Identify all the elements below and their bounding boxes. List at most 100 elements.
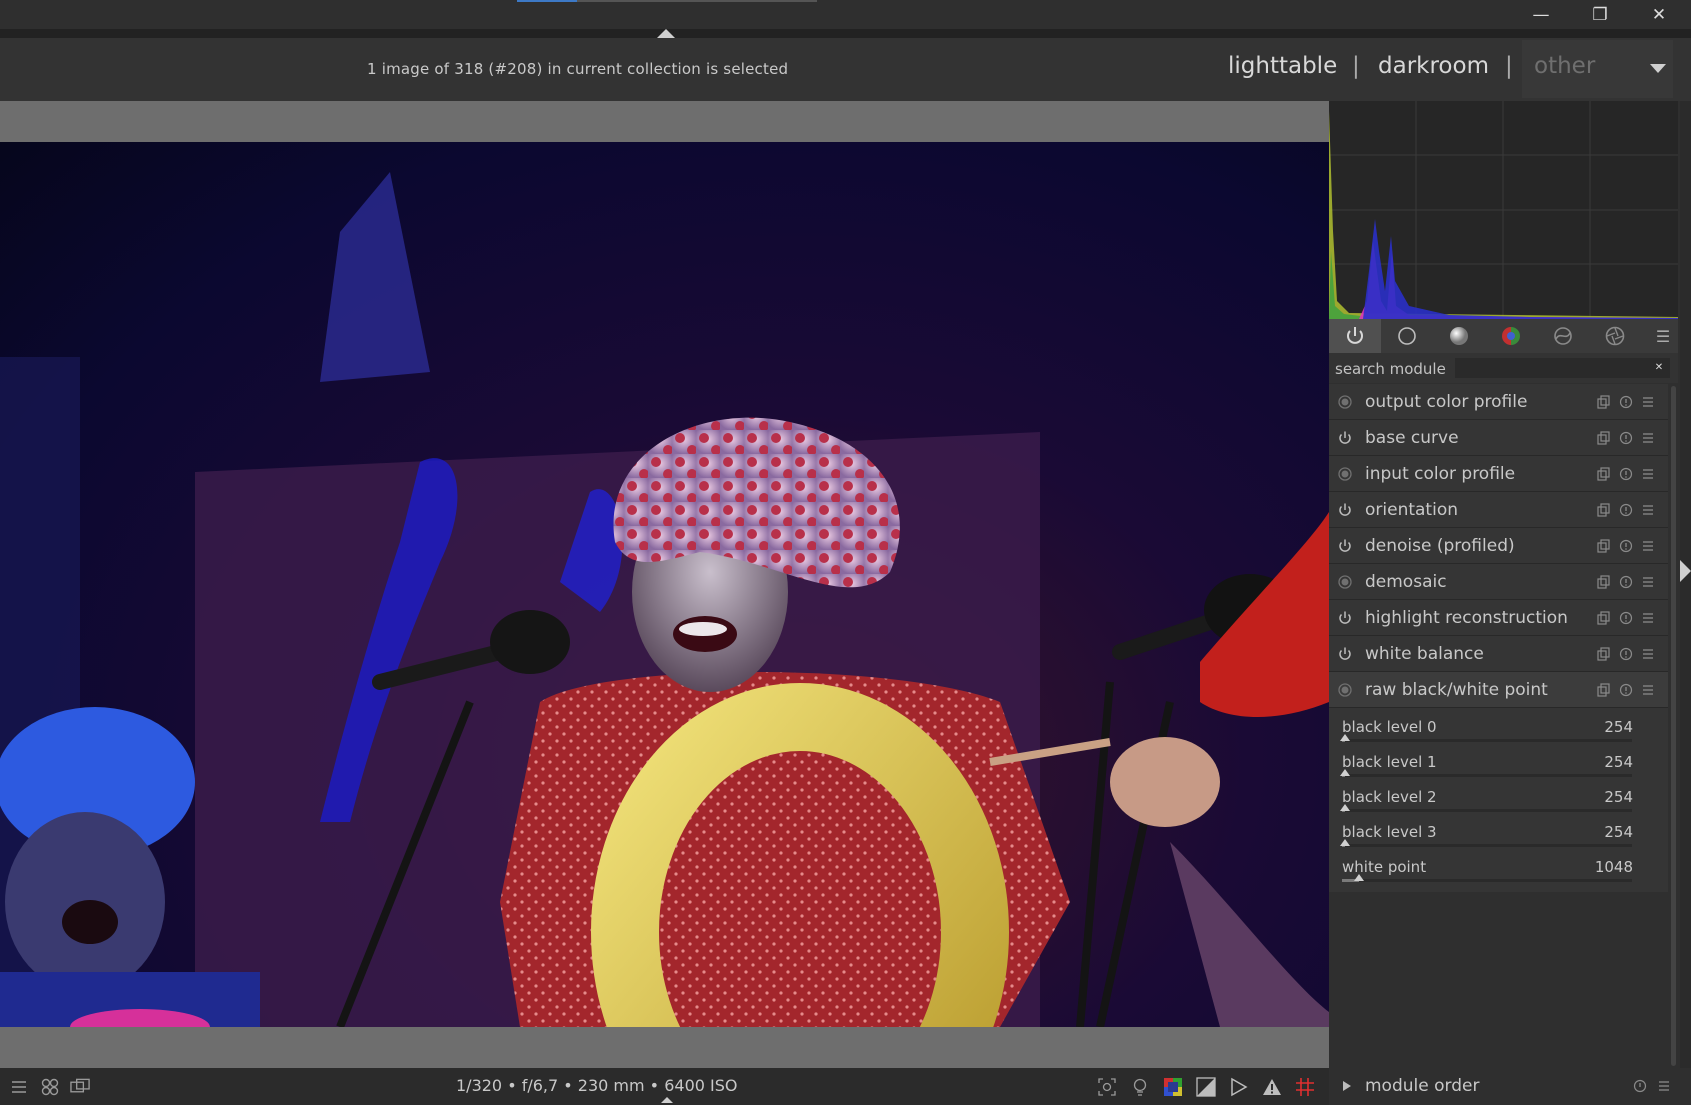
overexposed-warning-icon[interactable] xyxy=(1261,1076,1282,1097)
power-icon[interactable] xyxy=(1337,538,1353,554)
presets-menu-icon[interactable] xyxy=(1640,646,1656,662)
slider-value[interactable]: 254 xyxy=(1604,718,1633,736)
presets-menu-icon[interactable] xyxy=(1640,574,1656,590)
module-raw-black-white-point[interactable]: raw black/white point xyxy=(1329,672,1668,708)
multi-instance-icon[interactable] xyxy=(1596,682,1612,698)
slider-black-level-2[interactable]: black level 2 254 xyxy=(1329,782,1668,817)
reset-icon[interactable] xyxy=(1618,574,1634,590)
softproof-icon[interactable] xyxy=(1162,1076,1183,1097)
slider-track[interactable] xyxy=(1342,809,1632,812)
reset-icon[interactable] xyxy=(1618,430,1634,446)
histogram[interactable] xyxy=(1329,101,1678,319)
collapse-bottom-panel-arrow-icon[interactable] xyxy=(661,1097,673,1103)
slider-black-level-1[interactable]: black level 1 254 xyxy=(1329,747,1668,782)
slider-thumb[interactable] xyxy=(1340,734,1350,741)
gamut-check-icon[interactable] xyxy=(1195,1076,1216,1097)
power-icon[interactable] xyxy=(1337,646,1353,662)
lightbulb-icon[interactable] xyxy=(1129,1076,1150,1097)
collapse-right-panel-arrow-icon[interactable] xyxy=(1680,560,1691,582)
multi-instance-icon[interactable] xyxy=(1596,394,1612,410)
filmstrip-menu-icon[interactable] xyxy=(8,1076,29,1097)
module-white-balance[interactable]: white balance xyxy=(1329,636,1668,672)
reset-icon[interactable] xyxy=(1618,646,1634,662)
slider-value[interactable]: 254 xyxy=(1604,788,1633,806)
reset-icon[interactable] xyxy=(1618,610,1634,626)
group-tone[interactable] xyxy=(1433,319,1485,353)
slider-track[interactable] xyxy=(1342,844,1632,847)
close-button[interactable]: ✕ xyxy=(1634,0,1684,29)
reset-icon[interactable] xyxy=(1618,682,1634,698)
reset-icon[interactable] xyxy=(1632,1078,1648,1094)
presets-menu-icon[interactable] xyxy=(1640,538,1656,554)
slider-value[interactable]: 254 xyxy=(1604,823,1633,841)
slider-black-level-3[interactable]: black level 3 254 xyxy=(1329,817,1668,852)
view-lighttable[interactable]: lighttable xyxy=(1228,53,1337,79)
slider-track[interactable] xyxy=(1342,739,1632,742)
presets-menu-icon[interactable] xyxy=(1640,394,1656,410)
reset-icon[interactable] xyxy=(1618,466,1634,482)
presets-menu-icon[interactable] xyxy=(1640,430,1656,446)
power-icon[interactable] xyxy=(1337,610,1353,626)
slider-thumb[interactable] xyxy=(1340,839,1350,846)
group-effect[interactable] xyxy=(1589,319,1641,353)
multi-instance-icon[interactable] xyxy=(1596,538,1612,554)
module-input-color-profile[interactable]: input color profile xyxy=(1329,456,1668,492)
multi-instance-icon[interactable] xyxy=(1596,430,1612,446)
search-module-row: search module ✕ xyxy=(1329,353,1678,383)
reset-icon[interactable] xyxy=(1618,394,1634,410)
image-canvas[interactable] xyxy=(0,101,1329,1068)
group-base[interactable] xyxy=(1381,319,1433,353)
search-module-input[interactable] xyxy=(1455,358,1670,378)
group-presets-menu-icon[interactable]: ☰ xyxy=(1648,319,1678,353)
reset-icon[interactable] xyxy=(1618,502,1634,518)
module-highlight-reconstruction[interactable]: highlight reconstruction xyxy=(1329,600,1668,636)
module-demosaic[interactable]: demosaic xyxy=(1329,564,1668,600)
maximize-button[interactable]: ❐ xyxy=(1575,0,1625,29)
module-output-color-profile[interactable]: output color profile xyxy=(1329,384,1668,420)
reset-icon[interactable] xyxy=(1618,538,1634,554)
presets-menu-icon[interactable] xyxy=(1640,466,1656,482)
slider-thumb[interactable] xyxy=(1354,874,1364,881)
slider-track[interactable] xyxy=(1342,879,1632,882)
module-orientation[interactable]: orientation xyxy=(1329,492,1668,528)
minimize-button[interactable]: — xyxy=(1516,0,1566,29)
module-order-section[interactable]: module order xyxy=(1329,1068,1691,1105)
group-active-modules[interactable] xyxy=(1329,319,1381,353)
power-icon[interactable] xyxy=(1337,502,1353,518)
group-correct[interactable] xyxy=(1537,319,1589,353)
presets-menu-icon[interactable] xyxy=(1640,682,1656,698)
slider-value[interactable]: 254 xyxy=(1604,753,1633,771)
multi-instance-icon[interactable] xyxy=(1596,466,1612,482)
multi-instance-icon[interactable] xyxy=(1596,646,1612,662)
view-other-dropdown[interactable]: other xyxy=(1522,40,1673,98)
presets-menu-icon[interactable] xyxy=(1640,610,1656,626)
multi-instance-icon[interactable] xyxy=(1596,610,1612,626)
multi-instance-icon[interactable] xyxy=(1596,574,1612,590)
presets-menu-icon[interactable] xyxy=(1640,502,1656,518)
module-base-curve[interactable]: base curve xyxy=(1329,420,1668,456)
right-panel-scrollbar[interactable] xyxy=(1668,384,1678,1069)
second-window-icon[interactable] xyxy=(70,1076,91,1097)
slider-track[interactable] xyxy=(1342,774,1632,777)
presets-menu-icon[interactable] xyxy=(1656,1078,1672,1094)
module-denoise-profiled[interactable]: denoise (profiled) xyxy=(1329,528,1668,564)
view-darkroom[interactable]: darkroom xyxy=(1378,53,1489,79)
slider-white-point[interactable]: white point 1048 xyxy=(1329,852,1668,887)
raw-overexposed-icon[interactable] xyxy=(1294,1076,1315,1097)
focus-peaking-icon[interactable] xyxy=(1096,1076,1117,1097)
slider-thumb[interactable] xyxy=(1340,769,1350,776)
scrollbar-thumb[interactable] xyxy=(1671,386,1676,1066)
module-label: denoise (profiled) xyxy=(1365,536,1515,556)
group-color[interactable] xyxy=(1485,319,1537,353)
slider-value[interactable]: 1048 xyxy=(1595,858,1633,876)
guides-icon[interactable] xyxy=(1228,1076,1249,1097)
multi-instance-icon[interactable] xyxy=(1596,502,1612,518)
clear-search-icon[interactable]: ✕ xyxy=(1652,362,1666,374)
photo-preview[interactable] xyxy=(0,142,1329,1027)
slider-black-level-0[interactable]: black level 0 254 xyxy=(1329,712,1668,747)
slider-thumb[interactable] xyxy=(1340,804,1350,811)
power-icon[interactable] xyxy=(1337,430,1353,446)
styles-icon[interactable] xyxy=(39,1076,60,1097)
module-label: orientation xyxy=(1365,500,1458,520)
module-group-bar: ☰ xyxy=(1329,319,1678,353)
